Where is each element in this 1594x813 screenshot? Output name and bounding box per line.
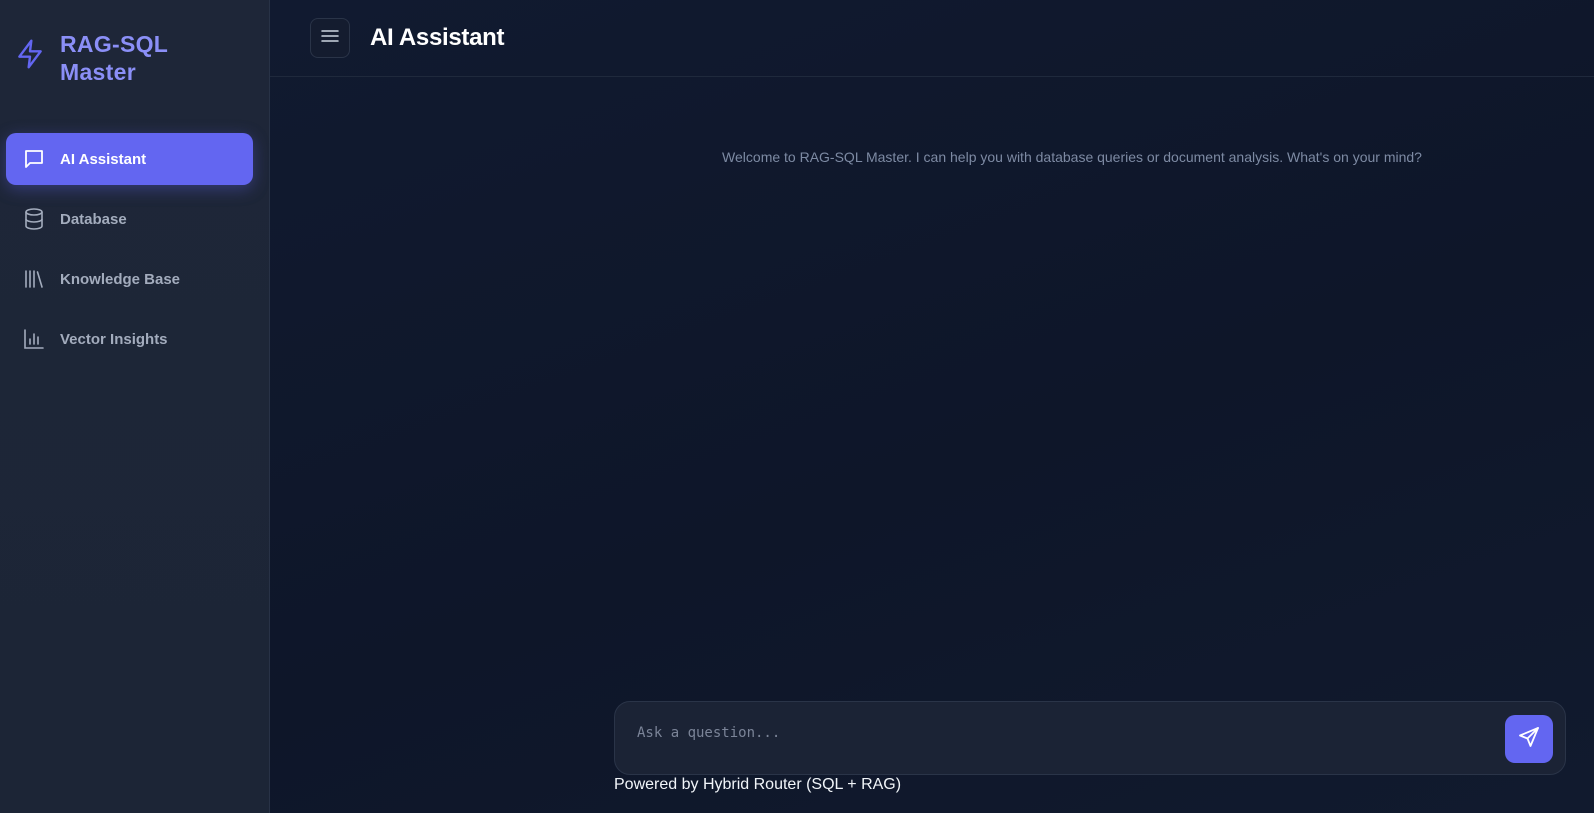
sidebar-item-knowledge-base[interactable]: Knowledge Base	[6, 253, 253, 305]
powered-by-footer: Powered by Hybrid Router (SQL + RAG)	[614, 776, 902, 793]
sidebar-item-vector-insights[interactable]: Vector Insights	[6, 313, 253, 365]
menu-toggle-button[interactable]	[310, 18, 350, 58]
page-title: AI Assistant	[370, 24, 505, 51]
send-icon	[1517, 725, 1541, 754]
brand-title: RAG-SQL Master	[60, 31, 168, 85]
sidebar-item-label: Knowledge Base	[60, 270, 181, 288]
hamburger-menu-icon	[320, 26, 340, 51]
message-square-icon	[22, 147, 46, 171]
chat-composer	[614, 701, 1566, 775]
sidebar-item-label: Database	[60, 210, 127, 228]
sidebar: RAG-SQL Master AI Assistant Database Kno…	[0, 0, 270, 813]
database-icon	[22, 207, 46, 231]
question-input[interactable]	[637, 720, 1477, 746]
sidebar-item-ai-assistant[interactable]: AI Assistant	[6, 133, 253, 185]
library-icon	[22, 267, 46, 291]
sidebar-item-label: Vector Insights	[60, 330, 168, 348]
welcome-message: Welcome to RAG-SQL Master. I can help yo…	[722, 149, 1422, 165]
app-root: RAG-SQL Master AI Assistant Database Kno…	[0, 0, 1594, 813]
sidebar-item-label: AI Assistant	[60, 150, 147, 168]
brand[interactable]: RAG-SQL Master	[14, 30, 210, 86]
lightning-icon	[14, 38, 46, 70]
main-panel: AI Assistant Welcome to RAG-SQL Master. …	[270, 0, 1594, 813]
bar-chart-icon	[22, 327, 46, 351]
sidebar-nav: AI Assistant Database Knowledge Base Vec…	[6, 133, 253, 373]
send-button[interactable]	[1505, 715, 1553, 763]
sidebar-item-database[interactable]: Database	[6, 193, 253, 245]
top-bar: AI Assistant	[270, 0, 1594, 77]
